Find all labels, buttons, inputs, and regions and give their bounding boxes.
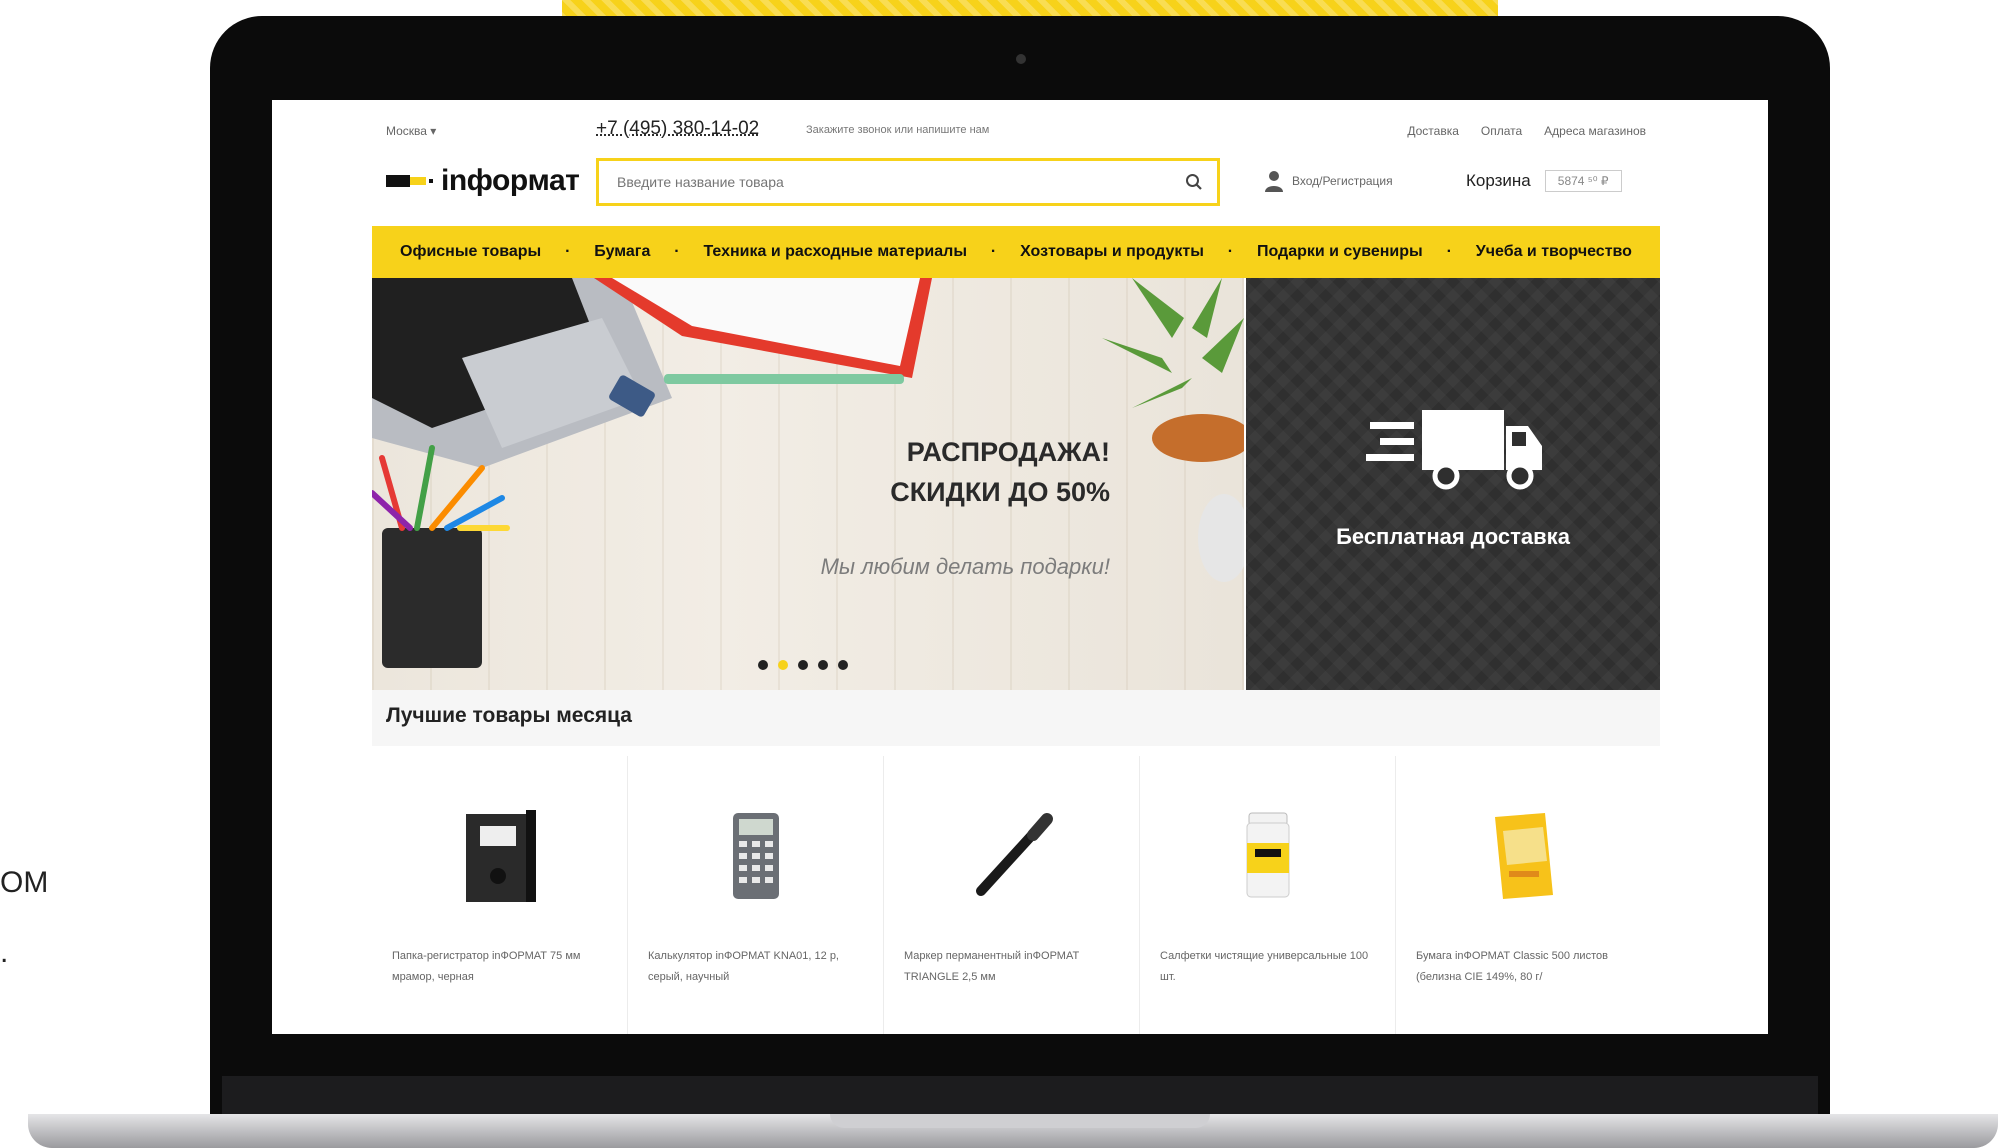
- laptop-camera: [1016, 54, 1026, 64]
- nav-item-office[interactable]: Офисные товары: [400, 243, 541, 261]
- slider-dots: [758, 660, 848, 670]
- laptop-chin: [222, 1076, 1818, 1116]
- logo-mark-icon: [386, 175, 433, 187]
- marker-icon: [952, 796, 1072, 916]
- banner-title: РАСПРОДАЖА! СКИДКИ ДО 50%: [824, 432, 1110, 512]
- product-title[interactable]: Папка-регистратор inФОРМАТ 75 мм мрамор,…: [392, 946, 612, 988]
- product-title[interactable]: Маркер перманентный inФОРМАТ TRIANGLE 2,…: [904, 946, 1124, 988]
- side-text-line: .: [0, 936, 9, 969]
- top-link-stores[interactable]: Адреса магазинов: [1544, 124, 1646, 138]
- header: іnфоpмат Вход/Регистрация Корзина 5874 ⁵…: [372, 156, 1660, 212]
- logo[interactable]: іnфоpмат: [386, 164, 580, 198]
- wipes-icon: [1208, 796, 1328, 916]
- paper-pack-icon: [1464, 796, 1584, 916]
- laptop-screen: Москва ▾ +7 (495) 380-14-02 Закажите зво…: [272, 100, 1768, 1034]
- slider-dot-active[interactable]: [778, 660, 788, 670]
- product-title[interactable]: Калькулятор inФОРМАТ KNA01, 12 р, серый,…: [648, 946, 868, 988]
- nav-item-gifts[interactable]: Подарки и сувениры: [1257, 243, 1423, 261]
- callback-link[interactable]: Закажите звонок или напишите нам: [806, 124, 989, 136]
- product-title[interactable]: Бумага inФОРМАТ Classic 500 листов (бели…: [1416, 946, 1636, 988]
- main-nav: Офисные товары · Бумага · Техника и расх…: [372, 226, 1660, 278]
- best-products-title: Лучшие товары месяца: [386, 704, 632, 727]
- binder-icon: [440, 796, 560, 916]
- search-box: [596, 158, 1220, 206]
- search-button[interactable]: [1171, 161, 1217, 203]
- banner-subtitle: Мы любим делать подарки!: [820, 554, 1110, 579]
- product-title[interactable]: Салфетки чистящие универсальные 100 шт.: [1160, 946, 1380, 988]
- nav-item-tech[interactable]: Техника и расходные материалы: [703, 243, 967, 261]
- cart-label: Корзина: [1466, 171, 1531, 190]
- product-card[interactable]: Салфетки чистящие универсальные 100 шт.: [1140, 756, 1396, 1034]
- nav-item-paper[interactable]: Бумага: [594, 243, 650, 261]
- product-card[interactable]: Бумага inФОРМАТ Classic 500 листов (бели…: [1396, 756, 1652, 1034]
- top-bar: Москва ▾ +7 (495) 380-14-02 Закажите зво…: [372, 118, 1660, 146]
- sale-banner[interactable]: РАСПРОДАЖА! СКИДКИ ДО 50% Мы любим делат…: [372, 278, 1244, 690]
- user-icon: [1265, 171, 1283, 192]
- cart-sum: 5874 ⁵⁰ ₽: [1544, 170, 1622, 192]
- cart[interactable]: Корзина 5874 ⁵⁰ ₽: [1466, 170, 1622, 192]
- top-links: Доставка Оплата Адреса магазинов: [1407, 124, 1646, 138]
- nav-separator: ·: [990, 243, 997, 260]
- logo-text: іnфоpмат: [441, 164, 580, 197]
- nav-separator: ·: [1446, 243, 1452, 260]
- slider-dot[interactable]: [798, 660, 808, 670]
- login-label: Вход/Регистрация: [1292, 174, 1393, 188]
- city-selector[interactable]: Москва ▾: [386, 124, 436, 138]
- free-delivery-promo[interactable]: Бесплатная доставка: [1246, 278, 1660, 690]
- product-card[interactable]: Маркер перманентный inФОРМАТ TRIANGLE 2,…: [884, 756, 1140, 1034]
- product-card[interactable]: Калькулятор inФОРМАТ KNA01, 12 р, серый,…: [628, 756, 884, 1034]
- best-products-header: Лучшие товары месяца: [372, 690, 1660, 746]
- banner-title-line: СКИДКИ ДО 50%: [890, 477, 1110, 507]
- nav-item-household[interactable]: Хозтовары и продукты: [1020, 243, 1204, 261]
- slider-dot[interactable]: [758, 660, 768, 670]
- search-input[interactable]: [599, 161, 1171, 203]
- login-link[interactable]: Вход/Регистрация: [1264, 170, 1393, 192]
- banner-title-line: РАСПРОДАЖА!: [906, 437, 1110, 467]
- product-grid: Папка-регистратор inФОРМАТ 75 мм мрамор,…: [372, 756, 1660, 1034]
- free-delivery-label: Бесплатная доставка: [1336, 524, 1570, 549]
- side-text-line: ОМ: [0, 866, 49, 899]
- delivery-truck-icon: [1366, 410, 1542, 490]
- laptop-base-notch: [830, 1114, 1210, 1128]
- desk-items-illustration: [372, 278, 1244, 668]
- top-link-payment[interactable]: Оплата: [1481, 124, 1522, 138]
- slider-dot[interactable]: [818, 660, 828, 670]
- side-text-fragment: ОМ .: [0, 848, 48, 988]
- nav-separator: ·: [674, 243, 680, 260]
- calculator-icon: [696, 796, 816, 916]
- top-link-delivery[interactable]: Доставка: [1407, 124, 1459, 138]
- phone-number[interactable]: +7 (495) 380-14-02: [596, 118, 759, 140]
- search-icon: [1186, 174, 1202, 190]
- nav-item-study[interactable]: Учеба и творчество: [1476, 243, 1632, 261]
- nav-separator: ·: [565, 243, 571, 260]
- site-content: Москва ▾ +7 (495) 380-14-02 Закажите зво…: [372, 100, 1660, 1034]
- nav-separator: ·: [1227, 243, 1234, 260]
- slider-dot[interactable]: [838, 660, 848, 670]
- product-card[interactable]: Папка-регистратор inФОРМАТ 75 мм мрамор,…: [372, 756, 628, 1034]
